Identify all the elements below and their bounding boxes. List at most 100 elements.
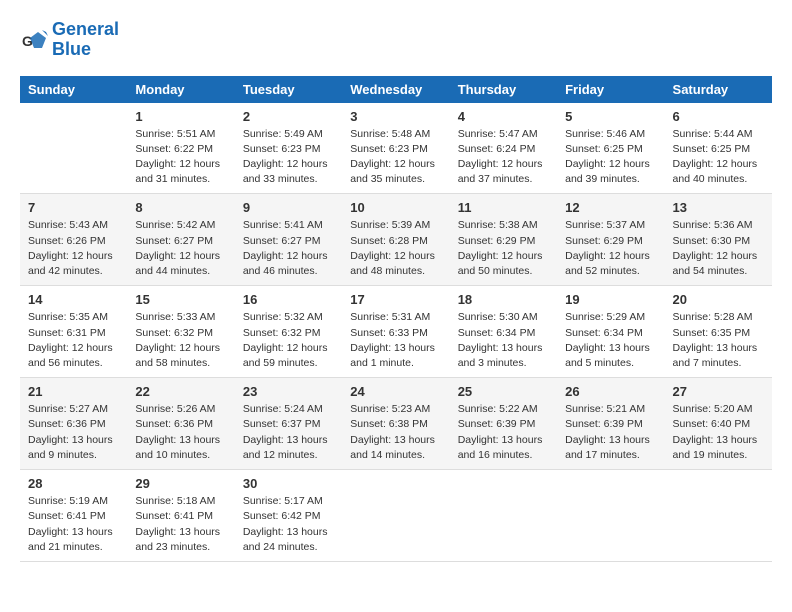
calendar-cell: 28 Sunrise: 5:19 AMSunset: 6:41 PMDayligh…: [20, 470, 127, 562]
header-day-saturday: Saturday: [665, 76, 772, 103]
day-info: Sunrise: 5:44 AMSunset: 6:25 PMDaylight:…: [673, 127, 764, 188]
day-number: 28: [28, 476, 119, 491]
header-day-wednesday: Wednesday: [342, 76, 449, 103]
day-info: Sunrise: 5:20 AMSunset: 6:40 PMDaylight:…: [673, 402, 764, 463]
day-number: 26: [565, 384, 656, 399]
header-row: SundayMondayTuesdayWednesdayThursdayFrid…: [20, 76, 772, 103]
header-day-monday: Monday: [127, 76, 234, 103]
day-info: Sunrise: 5:21 AMSunset: 6:39 PMDaylight:…: [565, 402, 656, 463]
day-number: 2: [243, 109, 334, 124]
calendar-cell: [450, 470, 557, 562]
calendar-cell: 13 Sunrise: 5:36 AMSunset: 6:30 PMDayligh…: [665, 194, 772, 286]
calendar-cell: 11 Sunrise: 5:38 AMSunset: 6:29 PMDayligh…: [450, 194, 557, 286]
day-info: Sunrise: 5:22 AMSunset: 6:39 PMDaylight:…: [458, 402, 549, 463]
calendar-cell: 4 Sunrise: 5:47 AMSunset: 6:24 PMDaylight…: [450, 103, 557, 194]
calendar-cell: 21 Sunrise: 5:27 AMSunset: 6:36 PMDayligh…: [20, 378, 127, 470]
day-info: Sunrise: 5:27 AMSunset: 6:36 PMDaylight:…: [28, 402, 119, 463]
calendar-cell: 27Sunrise: 5:20 AMSunset: 6:40 PMDayligh…: [665, 378, 772, 470]
day-info: Sunrise: 5:38 AMSunset: 6:29 PMDaylight:…: [458, 218, 549, 279]
calendar-cell: 24Sunrise: 5:23 AMSunset: 6:38 PMDayligh…: [342, 378, 449, 470]
header-day-thursday: Thursday: [450, 76, 557, 103]
header-day-sunday: Sunday: [20, 76, 127, 103]
day-number: 7: [28, 200, 119, 215]
calendar-cell: 23 Sunrise: 5:24 AMSunset: 6:37 PMDayligh…: [235, 378, 342, 470]
day-number: 18: [458, 292, 549, 307]
day-info: Sunrise: 5:43 AMSunset: 6:26 PMDaylight:…: [28, 218, 119, 279]
calendar-cell: 26 Sunrise: 5:21 AMSunset: 6:39 PMDayligh…: [557, 378, 664, 470]
day-number: 11: [458, 200, 549, 215]
week-row-3: 21 Sunrise: 5:27 AMSunset: 6:36 PMDayligh…: [20, 378, 772, 470]
day-info: Sunrise: 5:37 AMSunset: 6:29 PMDaylight:…: [565, 218, 656, 279]
calendar-cell: 17 Sunrise: 5:31 AMSunset: 6:33 PMDayligh…: [342, 286, 449, 378]
day-number: 30: [243, 476, 334, 491]
calendar-cell: 5 Sunrise: 5:46 AMSunset: 6:25 PMDaylight…: [557, 103, 664, 194]
day-info: Sunrise: 5:41 AMSunset: 6:27 PMDaylight:…: [243, 218, 334, 279]
day-info: Sunrise: 5:24 AMSunset: 6:37 PMDaylight:…: [243, 402, 334, 463]
calendar-cell: 12 Sunrise: 5:37 AMSunset: 6:29 PMDayligh…: [557, 194, 664, 286]
day-number: 19: [565, 292, 656, 307]
day-info: Sunrise: 5:49 AMSunset: 6:23 PMDaylight:…: [243, 127, 334, 188]
day-number: 9: [243, 200, 334, 215]
day-number: 15: [135, 292, 226, 307]
day-number: 13: [673, 200, 764, 215]
day-number: 10: [350, 200, 441, 215]
calendar-cell: 9 Sunrise: 5:41 AMSunset: 6:27 PMDaylight…: [235, 194, 342, 286]
day-number: 4: [458, 109, 549, 124]
day-info: Sunrise: 5:33 AMSunset: 6:32 PMDaylight:…: [135, 310, 226, 371]
day-number: 3: [350, 109, 441, 124]
header: G General Blue: [20, 20, 772, 60]
day-number: 21: [28, 384, 119, 399]
day-number: 17: [350, 292, 441, 307]
day-info: Sunrise: 5:18 AMSunset: 6:41 PMDaylight:…: [135, 494, 226, 555]
calendar-cell: 25 Sunrise: 5:22 AMSunset: 6:39 PMDayligh…: [450, 378, 557, 470]
day-info: Sunrise: 5:47 AMSunset: 6:24 PMDaylight:…: [458, 127, 549, 188]
day-info: Sunrise: 5:46 AMSunset: 6:25 PMDaylight:…: [565, 127, 656, 188]
day-number: 12: [565, 200, 656, 215]
day-info: Sunrise: 5:32 AMSunset: 6:32 PMDaylight:…: [243, 310, 334, 371]
calendar-cell: 7 Sunrise: 5:43 AMSunset: 6:26 PMDaylight…: [20, 194, 127, 286]
day-number: 25: [458, 384, 549, 399]
day-info: Sunrise: 5:17 AMSunset: 6:42 PMDaylight:…: [243, 494, 334, 555]
logo: G General Blue: [20, 20, 119, 60]
day-info: Sunrise: 5:42 AMSunset: 6:27 PMDaylight:…: [135, 218, 226, 279]
day-number: 20: [673, 292, 764, 307]
day-info: Sunrise: 5:36 AMSunset: 6:30 PMDaylight:…: [673, 218, 764, 279]
day-info: Sunrise: 5:29 AMSunset: 6:34 PMDaylight:…: [565, 310, 656, 371]
logo-text: General Blue: [52, 20, 119, 60]
calendar-cell: 6Sunrise: 5:44 AMSunset: 6:25 PMDaylight…: [665, 103, 772, 194]
day-info: Sunrise: 5:30 AMSunset: 6:34 PMDaylight:…: [458, 310, 549, 371]
day-number: 23: [243, 384, 334, 399]
day-info: Sunrise: 5:48 AMSunset: 6:23 PMDaylight:…: [350, 127, 441, 188]
calendar-cell: 15 Sunrise: 5:33 AMSunset: 6:32 PMDayligh…: [127, 286, 234, 378]
calendar-cell: 8 Sunrise: 5:42 AMSunset: 6:27 PMDaylight…: [127, 194, 234, 286]
calendar-cell: 16 Sunrise: 5:32 AMSunset: 6:32 PMDayligh…: [235, 286, 342, 378]
header-day-friday: Friday: [557, 76, 664, 103]
day-info: Sunrise: 5:51 AMSunset: 6:22 PMDaylight:…: [135, 127, 226, 188]
calendar-cell: [342, 470, 449, 562]
calendar-cell: 30 Sunrise: 5:17 AMSunset: 6:42 PMDayligh…: [235, 470, 342, 562]
calendar-cell: 14Sunrise: 5:35 AMSunset: 6:31 PMDayligh…: [20, 286, 127, 378]
day-number: 5: [565, 109, 656, 124]
calendar-cell: [557, 470, 664, 562]
week-row-0: 1Sunrise: 5:51 AMSunset: 6:22 PMDaylight…: [20, 103, 772, 194]
day-number: 16: [243, 292, 334, 307]
day-number: 14: [28, 292, 119, 307]
day-number: 22: [135, 384, 226, 399]
calendar-cell: 29Sunrise: 5:18 AMSunset: 6:41 PMDayligh…: [127, 470, 234, 562]
calendar-cell: 19 Sunrise: 5:29 AMSunset: 6:34 PMDayligh…: [557, 286, 664, 378]
logo-icon: G: [20, 26, 48, 54]
calendar-cell: 3 Sunrise: 5:48 AMSunset: 6:23 PMDaylight…: [342, 103, 449, 194]
week-row-4: 28 Sunrise: 5:19 AMSunset: 6:41 PMDayligh…: [20, 470, 772, 562]
day-number: 8: [135, 200, 226, 215]
day-info: Sunrise: 5:31 AMSunset: 6:33 PMDaylight:…: [350, 310, 441, 371]
header-day-tuesday: Tuesday: [235, 76, 342, 103]
week-row-2: 14Sunrise: 5:35 AMSunset: 6:31 PMDayligh…: [20, 286, 772, 378]
calendar-cell: 20Sunrise: 5:28 AMSunset: 6:35 PMDayligh…: [665, 286, 772, 378]
day-info: Sunrise: 5:26 AMSunset: 6:36 PMDaylight:…: [135, 402, 226, 463]
calendar-cell: 10Sunrise: 5:39 AMSunset: 6:28 PMDayligh…: [342, 194, 449, 286]
calendar-cell: 22 Sunrise: 5:26 AMSunset: 6:36 PMDayligh…: [127, 378, 234, 470]
calendar-cell: 18 Sunrise: 5:30 AMSunset: 6:34 PMDayligh…: [450, 286, 557, 378]
day-info: Sunrise: 5:19 AMSunset: 6:41 PMDaylight:…: [28, 494, 119, 555]
calendar-cell: 2 Sunrise: 5:49 AMSunset: 6:23 PMDaylight…: [235, 103, 342, 194]
week-row-1: 7 Sunrise: 5:43 AMSunset: 6:26 PMDaylight…: [20, 194, 772, 286]
